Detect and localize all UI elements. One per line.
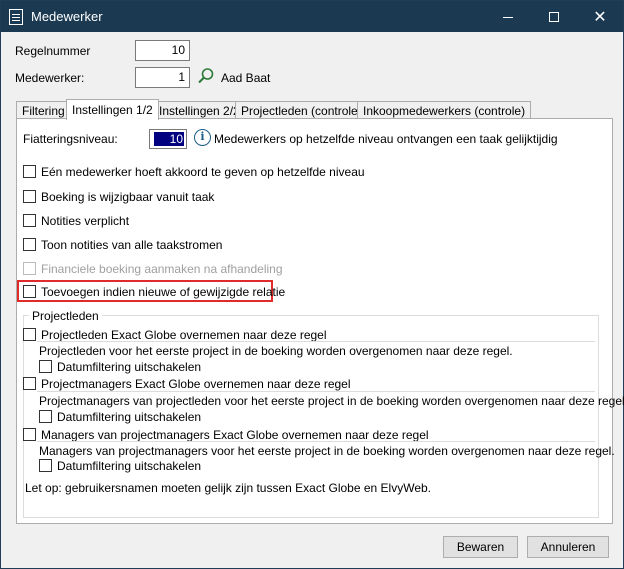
- checkbox-datumfiltering-2[interactable]: [39, 410, 52, 423]
- medewerker-field[interactable]: 1: [135, 67, 190, 88]
- minimize-button[interactable]: [485, 1, 531, 32]
- save-button[interactable]: Bewaren: [443, 536, 518, 558]
- checkbox-datumfiltering-1[interactable]: [39, 360, 52, 373]
- regelnummer-field[interactable]: 10: [135, 40, 190, 61]
- note-text: Let op: gebruikersnamen moeten gelijk zi…: [25, 481, 431, 495]
- checkbox-label: Notities verplicht: [41, 214, 130, 228]
- checkbox-label: Datumfiltering uitschakelen: [57, 410, 202, 424]
- medewerker-name: Aad Baat: [221, 71, 271, 85]
- tab-projectleden-controle[interactable]: Projectleden (controle): [235, 101, 368, 119]
- section-divider: [37, 341, 595, 342]
- checkbox-label: Datumfiltering uitschakelen: [57, 459, 202, 473]
- info-text: Medewerkers op hetzelfde niveau ontvange…: [214, 132, 558, 146]
- checkbox-label: Eén medewerker hoeft akkoord te geven op…: [41, 165, 365, 179]
- tab-filtering[interactable]: Filtering: [16, 101, 71, 119]
- title-bar[interactable]: Medewerker ✕: [1, 1, 623, 32]
- minimize-icon: [503, 17, 513, 18]
- tab-label: Inkoopmedewerkers (controle): [363, 104, 526, 118]
- checkbox-financiele-boeking[interactable]: [23, 262, 36, 275]
- checkbox-label: Datumfiltering uitschakelen: [57, 360, 202, 374]
- checkbox-notities-verplicht[interactable]: [23, 214, 36, 227]
- checkbox-boeking-wijzigbaar[interactable]: [23, 190, 36, 203]
- checkbox-label: Projectmanagers Exact Globe overnemen na…: [41, 377, 351, 391]
- section-description: Managers van projectmanagers voor het ee…: [39, 444, 615, 458]
- tab-instellingen-2[interactable]: Instellingen 2/2: [153, 101, 246, 119]
- checkbox-projectmanagers-overnemen[interactable]: [23, 377, 36, 390]
- section-divider: [37, 391, 595, 392]
- regelnummer-label: Regelnummer: [15, 44, 91, 58]
- section-description: Projectmanagers van projectleden voor he…: [39, 394, 624, 408]
- checkbox-toevoegen-relatie[interactable]: [23, 285, 36, 298]
- checkbox-projectleden-overnemen[interactable]: [23, 328, 36, 341]
- tab-label: Filtering: [22, 104, 65, 118]
- info-icon: i: [194, 129, 211, 146]
- checkbox-managers-overnemen[interactable]: [23, 428, 36, 441]
- checkbox-label: Boeking is wijzigbaar vanuit taak: [41, 190, 215, 204]
- form-icon: [9, 9, 23, 25]
- medewerker-dialog: Medewerker ✕ Regelnummer 10 Medewerker: …: [0, 0, 624, 569]
- group-title: Projectleden: [29, 309, 102, 323]
- checkbox-toon-notities[interactable]: [23, 238, 36, 251]
- tab-inkoopmedewerkers-controle[interactable]: Inkoopmedewerkers (controle): [357, 101, 532, 119]
- cancel-button[interactable]: Annuleren: [527, 536, 609, 558]
- search-icon[interactable]: [197, 67, 215, 85]
- tab-label: Instellingen 2/2: [159, 104, 240, 118]
- maximize-icon: [549, 11, 559, 22]
- medewerker-label: Medewerker:: [15, 71, 85, 85]
- checkbox-label: Projectleden Exact Globe overnemen naar …: [41, 328, 327, 342]
- tab-label: Instellingen 1/2: [72, 103, 153, 117]
- window-title: Medewerker: [31, 9, 103, 24]
- section-description: Projectleden voor het eerste project in …: [39, 344, 513, 358]
- checkbox-datumfiltering-3[interactable]: [39, 459, 52, 472]
- fiatteringsniveau-field[interactable]: 10: [149, 129, 187, 149]
- checkbox-een-medewerker[interactable]: [23, 165, 36, 178]
- checkbox-label: Toevoegen indien nieuwe of gewijzigde re…: [41, 285, 286, 299]
- checkbox-label: Toon notities van alle taakstromen: [41, 238, 223, 252]
- close-button[interactable]: ✕: [577, 1, 623, 32]
- close-icon: ✕: [593, 8, 607, 26]
- maximize-button[interactable]: [531, 1, 577, 32]
- checkbox-label: Managers van projectmanagers Exact Globe…: [41, 428, 429, 442]
- fiatteringsniveau-label: Fiatteringsniveau:: [23, 132, 118, 146]
- tab-label: Projectleden (controle): [241, 104, 362, 118]
- tab-instellingen-1[interactable]: Instellingen 1/2: [66, 99, 159, 120]
- fiatteringsniveau-value: 10: [154, 132, 184, 146]
- section-divider: [37, 441, 595, 442]
- checkbox-label: Financiele boeking aanmaken na afhandeli…: [41, 262, 283, 276]
